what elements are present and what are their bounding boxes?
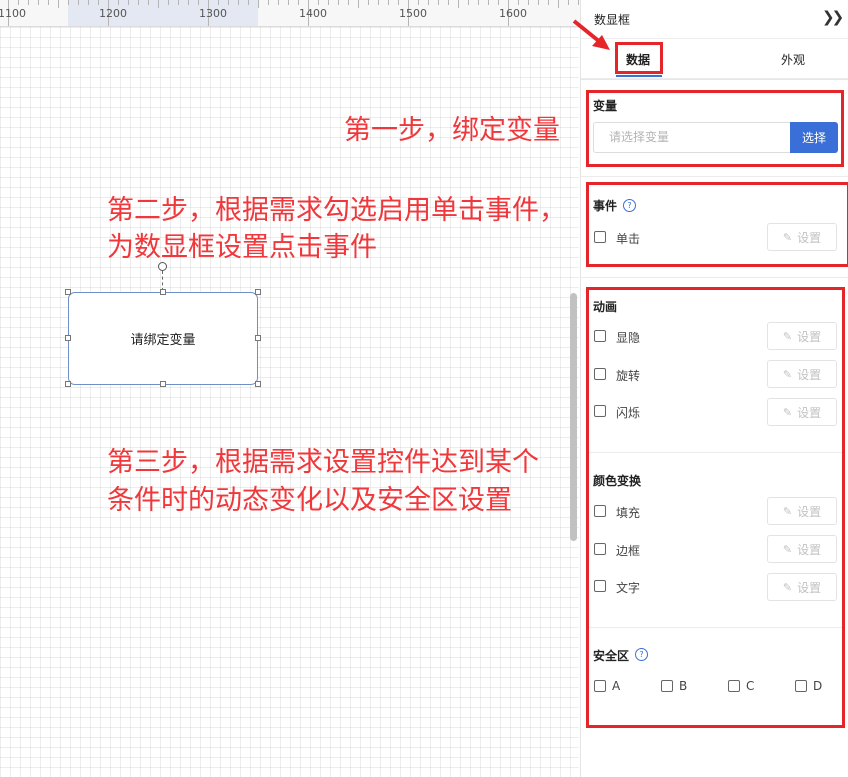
ruler-tick (188, 0, 189, 5)
highlight-box-variable (586, 90, 844, 167)
resize-handle-top-right[interactable] (255, 289, 261, 295)
ruler-tick (488, 0, 489, 5)
resize-handle-bottom-left[interactable] (65, 381, 71, 387)
ruler-tick (518, 0, 519, 5)
highlight-box-animation-safe (586, 287, 845, 728)
ruler-tick (58, 0, 59, 8)
ruler-tick (268, 0, 269, 5)
ruler-tick (468, 0, 469, 5)
widget-text: 请绑定变量 (130, 333, 196, 348)
ruler-tick (528, 0, 529, 5)
ruler-tick (358, 0, 359, 8)
ruler-tick (98, 0, 99, 5)
ruler-tick (558, 0, 559, 8)
ruler-tick (548, 0, 549, 5)
section-divider (581, 277, 848, 278)
ruler-tick (538, 0, 539, 5)
resize-handle-bottom[interactable] (160, 381, 166, 387)
annotation-step3-line2: 条件时的动态变化以及安全区设置 (107, 485, 512, 516)
annotation-step3-line1: 第三步，根据需求设置控件达到某个 (107, 447, 539, 478)
ruler-tick (158, 0, 159, 8)
ruler-tick (278, 0, 279, 5)
ruler-tick (68, 0, 69, 5)
ruler-tick (168, 0, 169, 5)
ruler-tick (48, 0, 49, 5)
ruler-tick (398, 0, 399, 5)
section-divider (581, 176, 848, 177)
ruler-tick (148, 0, 149, 5)
highlight-box-data-tab (615, 42, 663, 74)
ruler-label: 1100 (0, 7, 26, 20)
resize-handle-right[interactable] (255, 335, 261, 341)
tab-appearance[interactable]: 外观 (781, 51, 805, 68)
annotation-step2-line1: 第二步，根据需求勾选启用单击事件， (107, 195, 566, 226)
ruler-tick (38, 0, 39, 5)
canvas-scrollbar[interactable] (570, 293, 577, 541)
ruler-tick (118, 0, 119, 5)
active-tab-underline (616, 75, 662, 77)
ruler-selection-highlight (68, 0, 258, 26)
ruler-tick (418, 0, 419, 5)
ruler-tick (258, 0, 259, 8)
ruler-tick (428, 0, 429, 5)
property-panel: 数显框 ❯❯ 数据 外观 变量 请选择变量 选择 事件 ? 单击 ✎ 设置 动画 … (580, 0, 848, 777)
ruler-tick (328, 0, 329, 5)
arrow-icon (572, 19, 610, 50)
resize-handle-top[interactable] (160, 289, 166, 295)
ruler-tick (338, 0, 339, 5)
ruler-tick (128, 0, 129, 5)
ruler-tick (568, 0, 569, 5)
resize-handle-left[interactable] (65, 335, 71, 341)
ruler-tick (448, 0, 449, 5)
ruler-tick (378, 0, 379, 5)
resize-handle-top-left[interactable] (65, 289, 71, 295)
ruler-tick (288, 0, 289, 5)
ruler-label: 1200 (99, 7, 127, 20)
ruler-tick (18, 0, 19, 5)
ruler-tick (578, 0, 579, 5)
ruler-tick (298, 0, 299, 5)
ruler-tick (248, 0, 249, 5)
ruler-tick (368, 0, 369, 5)
ruler-tick (348, 0, 349, 5)
ruler-tick (228, 0, 229, 5)
rotation-guide-line (162, 271, 163, 291)
highlight-box-event (586, 182, 848, 267)
ruler-tick (28, 0, 29, 5)
ruler-label: 1400 (299, 7, 327, 20)
ruler-tick (478, 0, 479, 5)
ruler-tick (438, 0, 439, 5)
section-divider (581, 78, 848, 79)
ruler-tick (238, 0, 239, 5)
ruler-label: 1300 (199, 7, 227, 20)
ruler-tick (78, 0, 79, 5)
annotation-step2-line2: 为数显框设置点击事件 (107, 232, 377, 263)
ruler-tick (458, 0, 459, 8)
ruler-tick (388, 0, 389, 5)
ruler-label: 1500 (399, 7, 427, 20)
ruler-tick (318, 0, 319, 5)
double-chevron-right-icon[interactable]: ❯❯ (822, 8, 844, 26)
horizontal-ruler: 1100 1200 1300 1400 1500 1600 (0, 0, 580, 27)
ruler-tick (88, 0, 89, 5)
ruler-tick (198, 0, 199, 5)
ruler-label: 1600 (499, 7, 527, 20)
numeric-display-widget[interactable]: 请绑定变量 (68, 292, 258, 385)
ruler-tick (218, 0, 219, 5)
ruler-tick (138, 0, 139, 5)
ruler-tick (178, 0, 179, 5)
annotation-step1: 第一步，绑定变量 (344, 115, 560, 146)
ruler-tick (498, 0, 499, 5)
resize-handle-bottom-right[interactable] (255, 381, 261, 387)
